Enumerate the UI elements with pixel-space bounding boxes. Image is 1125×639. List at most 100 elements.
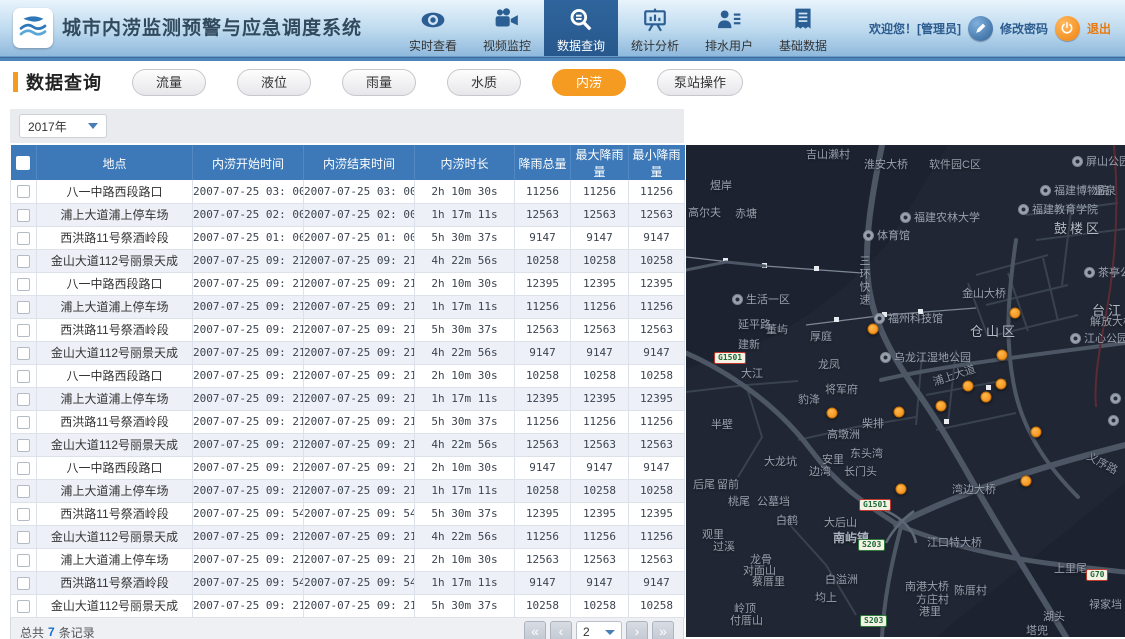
cell: 5h 30m 37s (414, 226, 515, 250)
row-checkbox[interactable] (17, 438, 30, 452)
table-row[interactable]: 金山大道112号丽景天成 2007-07-25 09: 21 2007-07-25 … (10, 341, 685, 365)
tab-rainfall[interactable]: 雨量 (342, 68, 416, 96)
row-checkbox[interactable] (17, 507, 30, 521)
nav-item-base-data[interactable]: 基础数据 (766, 0, 840, 56)
tab-flow[interactable]: 流量 (132, 68, 206, 96)
waterlogging-marker[interactable] (826, 407, 838, 419)
waterlogging-marker[interactable] (935, 400, 947, 412)
row-select-cell (10, 318, 37, 342)
row-checkbox[interactable] (17, 231, 30, 245)
cell: 11256 (514, 410, 571, 434)
row-checkbox[interactable] (17, 576, 30, 590)
select-all-checkbox[interactable] (16, 156, 31, 171)
last-page-button[interactable]: » (652, 621, 674, 639)
map-label: 禄家垱 (1089, 599, 1122, 611)
nav-item-video-monitor[interactable]: 视频监控 (470, 0, 544, 56)
waterlogging-marker[interactable] (962, 380, 974, 392)
cell: 11256 (570, 180, 629, 204)
section-bar: 数据查询 流量 液位 雨量 水质 内涝 泵站操作 (0, 61, 1125, 103)
row-checkbox[interactable] (17, 254, 30, 268)
edit-password-icon[interactable] (967, 15, 993, 41)
row-select-cell (10, 548, 37, 572)
map-label: 塔兜 (1026, 625, 1048, 637)
row-checkbox[interactable] (17, 530, 30, 544)
map-poi: 乌龙江湿地公园 (880, 349, 971, 365)
table-row[interactable]: 八一中路西段路口 2007-07-25 09: 21 2007-07-25 09: … (10, 272, 685, 296)
row-checkbox[interactable] (17, 599, 30, 613)
next-page-button[interactable]: › (626, 621, 648, 639)
logout-link[interactable]: 退出 (1087, 20, 1111, 37)
row-checkbox[interactable] (17, 461, 30, 475)
tab-pump-station[interactable]: 泵站操作 (657, 68, 744, 96)
table-row[interactable]: 浦上大道浦上停车场 2007-07-25 09: 21 2007-07-25 09:… (10, 387, 685, 411)
table-row[interactable]: 金山大道112号丽景天成 2007-07-25 09: 21 2007-07-25 … (10, 249, 685, 273)
poi-label: 福建农林大学 (914, 212, 980, 224)
nav-item-label: 基础数据 (779, 39, 828, 53)
logout-icon[interactable] (1054, 15, 1080, 41)
row-checkbox[interactable] (17, 300, 30, 314)
row-checkbox[interactable] (17, 277, 30, 291)
table-row[interactable]: 浦上大道浦上停车场 2007-07-25 09: 21 2007-07-25 09:… (10, 548, 685, 572)
nav-item-stats-analysis[interactable]: 统计分析 (618, 0, 692, 56)
waterlogging-marker[interactable] (1030, 426, 1042, 438)
prev-page-button[interactable]: ‹ (550, 621, 572, 639)
tab-water-quality[interactable]: 水质 (447, 68, 521, 96)
cell: 2007-07-25 09: 21 (192, 295, 304, 319)
waterlogging-marker[interactable] (895, 483, 907, 495)
row-checkbox[interactable] (17, 346, 30, 360)
table-row[interactable]: 金山大道112号丽景天成 2007-07-25 09: 21 2007-07-25 … (10, 433, 685, 457)
map-label: 赤塘 (735, 208, 757, 220)
tab-level[interactable]: 液位 (237, 68, 311, 96)
nav-item-realtime-view[interactable]: 实时查看 (396, 0, 470, 56)
row-select-cell (10, 410, 37, 434)
table-row[interactable]: 八一中路西段路口 2007-07-25 09: 21 2007-07-25 09: … (10, 364, 685, 388)
table-row[interactable]: 金山大道112号丽景天成 2007-07-25 09: 21 2007-07-25 … (10, 525, 685, 549)
page-select[interactable]: 2 (576, 621, 622, 639)
waterlogging-marker[interactable] (980, 391, 992, 403)
waterlogging-marker[interactable] (1009, 307, 1021, 319)
nav-item-label: 视频监控 (483, 39, 532, 53)
cell: 西洪路11号祭酒岭段 (36, 571, 193, 595)
table-row[interactable]: 浦上大道浦上停车场 2007-07-25 02: 00 2007-07-25 02:… (10, 203, 685, 227)
table-row[interactable]: 西洪路11号祭酒岭段 2007-07-25 09: 54 2007-07-25 09… (10, 571, 685, 595)
waterlogging-marker[interactable] (996, 349, 1008, 361)
row-checkbox[interactable] (17, 415, 30, 429)
row-checkbox[interactable] (17, 369, 30, 383)
map-label: 淮安大桥 (864, 159, 908, 171)
table-row[interactable]: 西洪路11号祭酒岭段 2007-07-25 09: 54 2007-07-25 09… (10, 502, 685, 526)
cell: 11256 (628, 410, 685, 434)
row-checkbox[interactable] (17, 208, 30, 222)
nav-item-data-query[interactable]: 数据查询 (544, 0, 619, 56)
row-checkbox[interactable] (17, 185, 30, 199)
map-canvas[interactable]: 吉山濑村淮安大桥软件园C区温泉煜岸高尔夫赤塘鼓楼区金山大桥台江解放大桥三环快速延… (686, 145, 1125, 637)
row-checkbox[interactable] (17, 392, 30, 406)
total-count: 7 (48, 625, 55, 639)
waterlogging-marker[interactable] (893, 406, 905, 418)
table-row[interactable]: 浦上大道浦上停车场 2007-07-25 09: 21 2007-07-25 09:… (10, 479, 685, 503)
table-row[interactable]: 西洪路11号祭酒岭段 2007-07-25 01: 00 2007-07-25 01… (10, 226, 685, 250)
waterlogging-marker[interactable] (867, 323, 879, 335)
table-row[interactable]: 西洪路11号祭酒岭段 2007-07-25 09: 21 2007-07-25 09… (10, 410, 685, 434)
row-select-cell (10, 387, 37, 411)
table-row[interactable]: 西洪路11号祭酒岭段 2007-07-25 09: 21 2007-07-25 09… (10, 318, 685, 342)
table-row[interactable]: 八一中路西段路口 2007-07-25 09: 21 2007-07-25 09: … (10, 456, 685, 480)
nav-item-drain-users[interactable]: 排水用户 (692, 0, 766, 56)
tab-waterlogging[interactable]: 内涝 (552, 68, 626, 96)
cell: 10258 (570, 594, 629, 618)
cell: 10258 (570, 479, 629, 503)
change-password-link[interactable]: 修改密码 (1000, 20, 1048, 37)
first-page-button[interactable]: « (524, 621, 546, 639)
poi-icon (1084, 266, 1095, 278)
row-checkbox[interactable] (17, 484, 30, 498)
table-row[interactable]: 金山大道112号丽景天成 2007-07-25 09: 21 2007-07-25 … (10, 594, 685, 618)
row-checkbox[interactable] (17, 323, 30, 337)
year-select[interactable]: 2017年 (19, 114, 107, 138)
table-row[interactable]: 浦上大道浦上停车场 2007-07-25 09: 21 2007-07-25 09:… (10, 295, 685, 319)
cell: 2007-07-25 01: 00 (303, 226, 415, 250)
cell: 4h 22m 56s (414, 525, 515, 549)
waterlogging-marker[interactable] (1020, 475, 1032, 487)
waterlogging-marker[interactable] (995, 378, 1007, 390)
cell: 浦上大道浦上停车场 (36, 387, 193, 411)
row-checkbox[interactable] (17, 553, 30, 567)
table-row[interactable]: 八一中路西段路口 2007-07-25 03: 00 2007-07-25 03: … (10, 180, 685, 204)
